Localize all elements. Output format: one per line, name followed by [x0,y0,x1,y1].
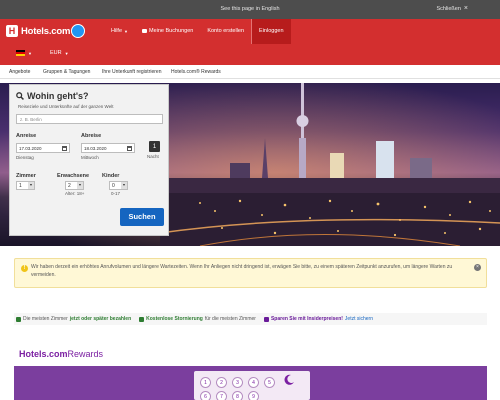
calendar-icon [127,146,132,151]
warning-icon: ! [21,265,28,272]
stamp-7: 7 [216,391,227,400]
search-title-text: Wohin geht's? [27,91,89,101]
nav-create-account-label: Konto erstellen [207,28,245,34]
calendar-check-icon [139,316,145,322]
booking-icon [141,29,147,33]
nav-my-bookings-label: Meine Buchungen [148,28,194,34]
translate-link[interactable]: See this page in English [0,6,500,12]
adults-select[interactable]: 2 ▼ [65,181,84,190]
adults-value: 2 [68,183,71,189]
checkin-value: 17.03.2020 [19,146,42,151]
search-button[interactable]: Suchen [120,208,164,226]
children-value: 0 [112,183,115,189]
benefit-free-cancellation-highlight: Kostenlose Stornierung [146,316,203,322]
search-icon [16,92,24,100]
stamp-2: 2 [216,377,227,388]
nav-login[interactable]: Einloggen [251,19,291,44]
checkin-input[interactable]: 17.03.2020 [16,143,70,153]
checkin-label: Anreise [16,133,37,139]
check-icon [16,316,21,322]
language-chevron-icon[interactable]: ▼ [28,51,32,56]
checkout-input[interactable]: 18.03.2020 [81,143,135,153]
children-label: Kinder [102,173,120,179]
rooms-label: Zimmer [16,173,36,179]
nav-help-label: Hilfe [111,28,123,34]
logo-badge-icon [71,24,86,38]
subnav-register-property[interactable]: Ihre Unterkunft registrieren [102,69,161,75]
benefit-pay-later: Die meisten Zimmer jetzt oder später bez… [16,316,131,322]
rewards-logo-brand: Hotels.com [19,349,68,359]
rooms-value: 1 [19,183,22,189]
benefit-pay-later-highlight: jetzt oder später bezahlen [69,316,132,322]
chevron-down-icon: ▼ [124,29,128,34]
benefit-insider-prices: Sparen Sie mit Insiderpreisen! Jetzt sic… [263,316,373,322]
select-arrow-icon: ▼ [121,182,127,189]
adults-hint: Alter: 18+ [65,191,85,196]
checkout-value: 18.03.2020 [84,146,107,151]
subnav-groups[interactable]: Gruppen & Tagungen [43,69,90,75]
currency-chevron-icon[interactable]: ▼ [65,51,69,56]
nights-label: Nacht [147,154,159,159]
benefit-insider-prices-highlight: Sparen Sie mit Insiderpreisen! [270,316,343,322]
hotels-logo[interactable]: H Hotels.com [6,24,86,38]
notice-banner: ! Wir haben derzeit ein erhöhtes Anrufvo… [14,258,487,288]
page: See this page in English Schließen × H H… [0,0,500,400]
benefits-strip: Die meisten Zimmer jetzt oder später bez… [14,313,487,325]
nav-my-bookings[interactable]: Meine Buchungen [135,19,200,44]
sub-nav: Angebote Gruppen & Tagungen Ihre Unterku… [0,65,500,79]
de-flag-icon[interactable] [16,50,25,56]
stamp-8: 8 [232,391,243,400]
stamp-9: 9 [248,391,259,400]
translate-bar: See this page in English Schließen × [0,0,500,19]
translate-close-label: Schließen [436,6,461,12]
notice-text: Wir haben derzeit ein erhöhtes Anrufvolu… [31,264,453,278]
rooms-select[interactable]: 1 ▼ [16,181,35,190]
moon-icon [284,374,294,385]
select-arrow-icon: ▼ [28,182,34,189]
destination-input[interactable]: z. B. Berlin [16,114,163,124]
locale-selector: ▼ EUR ▼ [16,50,69,56]
stamp-5: 5 [264,377,275,388]
nav-help[interactable]: Hilfe ▼ [104,19,135,44]
logo-mark: H [6,25,18,37]
close-icon: × [463,5,468,12]
search-subtitle: Reiseziele und Unterkünfte auf der ganze… [18,104,114,109]
benefit-free-cancellation-post: für die meisten Zimmer [204,316,256,322]
site-header: H Hotels.com Hilfe ▼ Meine Buchungen Kon… [0,19,500,65]
checkin-day: Dienstag [16,155,34,160]
nav-login-label: Einloggen [259,28,284,34]
benefit-pay-later-pre: Die meisten Zimmer [23,316,68,322]
logo-text: Hotels.com [21,25,71,37]
select-arrow-icon: ▼ [77,182,83,189]
calendar-icon [62,146,67,151]
stamp-6: 6 [200,391,211,400]
children-select[interactable]: 0 ▼ [109,181,128,190]
children-hint: 0-17 [111,191,121,196]
stamp-1: 1 [200,377,211,388]
adults-label: Erwachsene [57,173,90,179]
main-nav: Hilfe ▼ Meine Buchungen Konto erstellen … [104,19,291,44]
nav-create-account[interactable]: Konto erstellen [200,19,251,44]
rewards-logo-rewards: Rewards [67,349,104,359]
translate-close-button[interactable]: Schließen × [436,5,468,12]
checkout-label: Abreise [81,133,102,139]
notice-close-icon[interactable]: × [474,264,481,271]
nights-icon: 1 [149,141,160,152]
stamp-4: 4 [248,377,259,388]
benefit-insider-prices-link[interactable]: Jetzt sichern [345,316,373,322]
rewards-logo: Hotels.com Rewards [19,349,103,359]
stamp-3: 3 [232,377,243,388]
search-title: Wohin geht's? [16,91,88,101]
currency-selector[interactable]: EUR [50,50,62,56]
subnav-rewards[interactable]: Hotels.com® Rewards [171,69,221,75]
checkout-day: Mittwoch [81,155,99,160]
lock-icon [263,316,269,322]
benefit-free-cancellation: Kostenlose Stornierung für die meisten Z… [139,316,256,322]
subnav-offers[interactable]: Angebote [9,69,30,75]
